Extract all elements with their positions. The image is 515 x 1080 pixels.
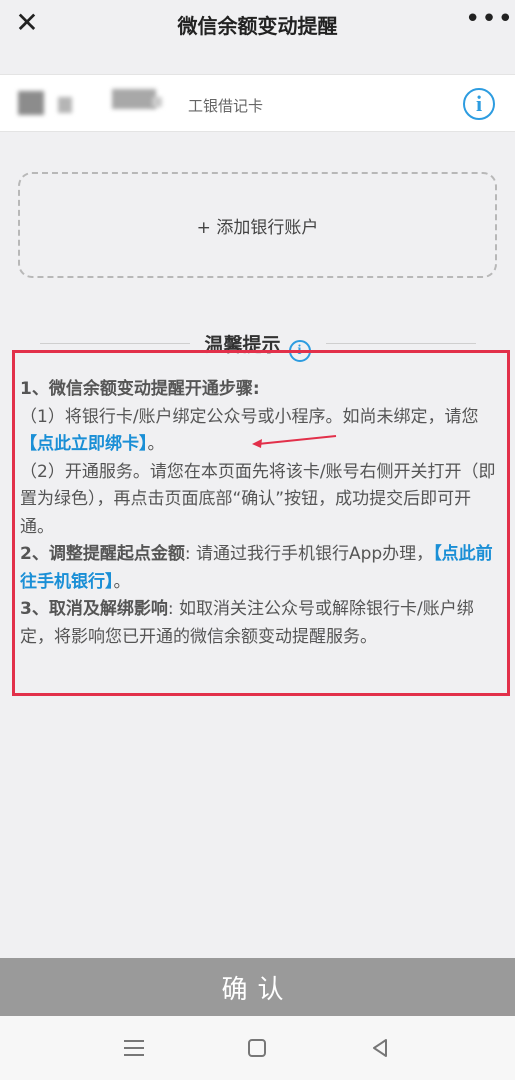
- top-bar: ✕ 微信余额变动提醒 •••: [0, 0, 515, 50]
- bank-card-row[interactable]: 工银借记卡 i: [0, 74, 515, 132]
- masked-card-number: [112, 89, 156, 109]
- tips-section-1-title: 1、微信余额变动提醒开通步骤:: [20, 379, 260, 399]
- menu-icon[interactable]: [124, 1040, 144, 1056]
- tips-step-1-end: 。: [147, 434, 165, 454]
- tips-step-1-text: （1）将银行卡/账户绑定公众号或小程序。如尚未绑定，请您: [20, 406, 479, 427]
- tips-section-1: 1、微信余额变动提醒开通步骤:: [20, 376, 498, 404]
- tips-step-2: （2）开通服务。请您在本页面先将该卡/账号右侧开关打开（即置为绿色），再点击页面…: [20, 459, 498, 542]
- tips-step-2-text: （2）开通服务。请您在本页面先将该卡/账号右侧开关打开（即置为绿色），再点击页面…: [20, 461, 496, 537]
- tips-section-3-title: 3、取消及解绑影响: [20, 599, 168, 619]
- add-bank-account-label: + 添加银行账户: [196, 217, 319, 238]
- bind-card-link[interactable]: 【点此立即绑卡】: [20, 434, 148, 454]
- system-nav-bar: [0, 1016, 515, 1080]
- add-bank-account-button[interactable]: + 添加银行账户: [18, 172, 497, 278]
- back-icon[interactable]: [370, 1038, 390, 1058]
- masked-card-number: [18, 91, 44, 115]
- bank-card-name: 工银借记卡: [188, 97, 264, 115]
- annotation-arrow-icon: [252, 435, 337, 448]
- confirm-button[interactable]: 确认: [0, 958, 515, 1016]
- home-icon[interactable]: [248, 1039, 266, 1057]
- tips-section-2-end: 。: [113, 571, 131, 592]
- info-icon[interactable]: i: [463, 88, 495, 120]
- page-title: 微信余额变动提醒: [177, 14, 338, 38]
- tips-content: 1、微信余额变动提醒开通步骤: （1）将银行卡/账户绑定公众号或小程序。如尚未绑…: [20, 376, 498, 651]
- tips-section-2-title: 2、调整提醒起点金额: [20, 544, 185, 564]
- more-icon[interactable]: •••: [465, 4, 513, 34]
- tips-section-2-text: : 请通过我行手机银行App办理，: [184, 544, 434, 564]
- masked-card-number: [152, 97, 162, 107]
- tips-section-2: 2、调整提醒起点金额: 请通过我行手机银行App办理，【点此前往手机银行】。: [20, 541, 498, 596]
- tips-section-3: 3、取消及解绑影响: 如取消关注公众号或解除银行卡/账户绑定，将影响您已开通的微…: [20, 596, 498, 651]
- masked-card-number: [58, 97, 72, 113]
